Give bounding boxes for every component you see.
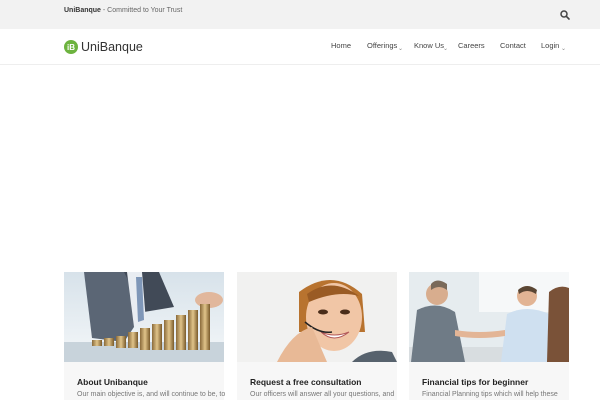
card-title[interactable]: Financial tips for beginner [422,377,528,387]
support-agent-headset-photo [237,272,397,362]
main-nav: iB UniBanque Home Offerings ⌄ Know Us ⌄ … [0,29,600,65]
nav-item-contact[interactable]: Contact [500,41,526,50]
search-icon[interactable] [559,8,571,20]
tagline-brand: UniBanque [64,7,101,14]
chevron-down-icon[interactable]: ⌄ [398,45,403,52]
card-consultation[interactable]: Request a free consultation Our officers… [237,272,397,400]
card-text: Our officers will answer all your questi… [250,391,395,398]
nav-item-careers[interactable]: Careers [458,41,485,50]
hero-area [0,65,600,255]
card-about[interactable]: About Unibanque Our main objective is, a… [64,272,226,400]
coin-stacks-photo [64,272,224,362]
chevron-down-icon[interactable]: ⌄ [443,45,448,52]
nav-item-know-us[interactable]: Know Us [414,41,444,50]
logo-mark-icon: iB [64,40,78,54]
handshake-meeting-photo [409,272,569,362]
logo[interactable]: iB UniBanque [64,39,143,55]
tagline-text: - Committed to Your Trust [102,7,183,14]
nav-item-offerings[interactable]: Offerings [367,41,397,50]
top-bar: UniBanque - Committed to Your Trust [0,0,600,29]
card-title[interactable]: Request a free consultation [250,377,361,387]
tagline: UniBanque - Committed to Your Trust [64,5,184,16]
nav-item-home[interactable]: Home [331,41,351,50]
logo-text: UniBanque [81,40,143,54]
card-financial-tips[interactable]: Financial tips for beginner Financial Pl… [409,272,569,400]
card-text: Our main objective is, and will continue… [77,391,226,398]
nav-item-login[interactable]: Login [541,41,559,50]
card-title[interactable]: About Unibanque [77,377,148,387]
card-text: Financial Planning tips which will help … [422,391,558,398]
chevron-down-icon[interactable]: ⌄ [561,45,566,52]
